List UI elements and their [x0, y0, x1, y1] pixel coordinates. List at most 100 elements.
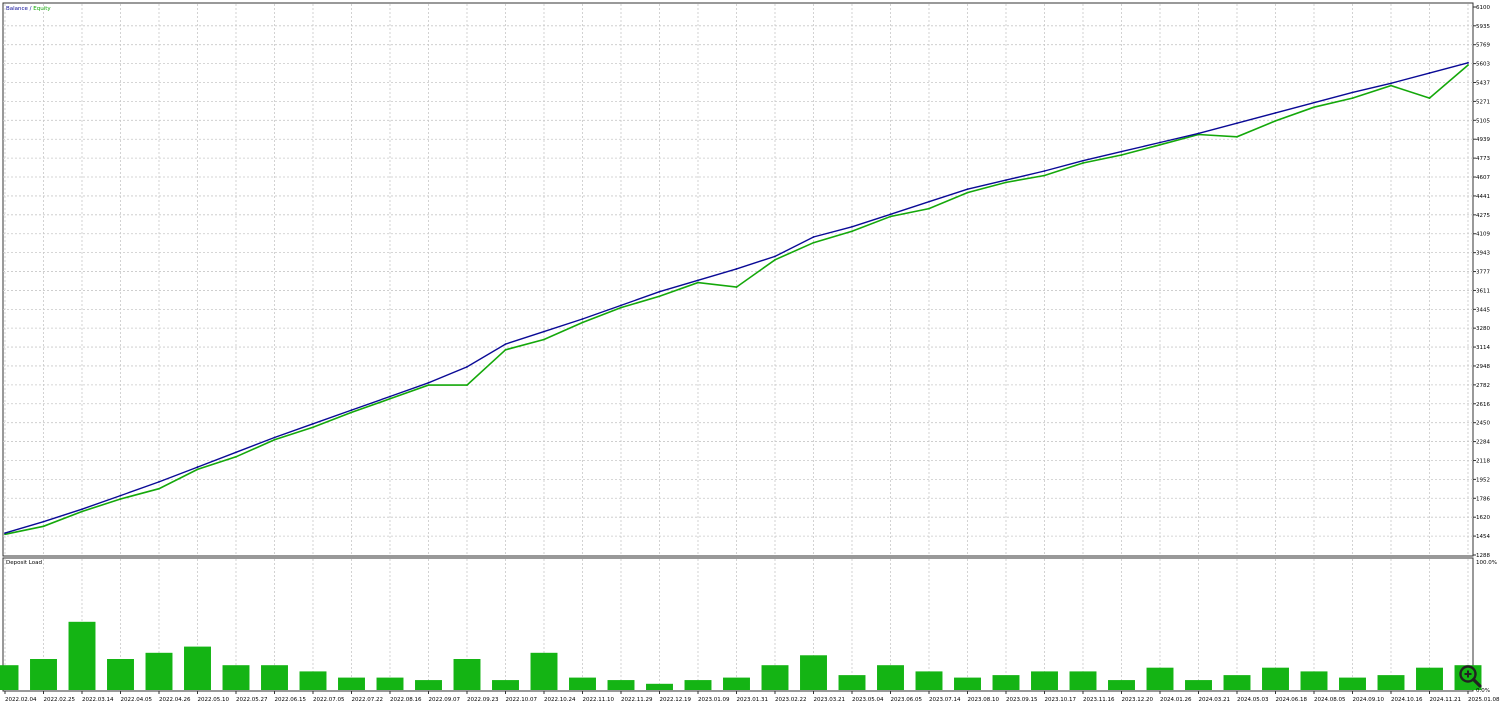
deposit-load-bar: [954, 677, 981, 690]
x-tick-label: 2022.12.19: [660, 697, 692, 703]
y-tick-label: 4441: [1476, 194, 1490, 200]
deposit-load-bar: [1069, 671, 1097, 690]
balance-point: [1197, 132, 1200, 135]
deposit-load-bar: [376, 677, 404, 690]
balance-point: [389, 395, 391, 398]
balance-point: [1313, 101, 1315, 104]
x-tick-label: 2023.02.22: [775, 697, 807, 703]
balance-point: [119, 494, 122, 497]
balance-point: [1428, 72, 1431, 74]
deposit-load-bar: [761, 665, 789, 690]
y-tick-label: 5935: [1476, 24, 1490, 30]
equity-point: [1467, 64, 1469, 66]
balance-point: [158, 480, 160, 483]
deposit-load-bar: [800, 655, 827, 690]
x-tick-label: 2022.11.29: [621, 697, 653, 703]
x-tick-label: 2024.01.26: [1160, 697, 1192, 703]
legend-equity: Equity: [33, 6, 51, 12]
x-tick-label: 2022.02.25: [44, 697, 76, 703]
equity-point: [158, 487, 160, 490]
equity-point: [42, 525, 45, 528]
balance-point: [273, 436, 276, 439]
equity-point: [581, 321, 584, 324]
x-tick-label: 2023.01.09: [698, 697, 730, 703]
deposit-load-bar: [145, 652, 173, 690]
equity-point: [1236, 135, 1238, 138]
balance-point: [851, 225, 853, 228]
deposit-load-bar: [222, 665, 250, 690]
balance-point: [312, 422, 314, 425]
y-tick-label: 2616: [1476, 402, 1490, 408]
x-tick-label: 2022.07.05: [313, 697, 345, 703]
deposit-load-bar: [415, 680, 442, 690]
equity-point: [389, 397, 391, 400]
balance-point: [1236, 122, 1238, 125]
x-tick-label: 2022.09.07: [429, 697, 461, 703]
deposit-load-bar: [838, 675, 866, 690]
deposit-load-bar: [684, 680, 712, 690]
y-tick-label: 3280: [1476, 326, 1490, 332]
equity-point: [273, 438, 276, 441]
equity-point: [427, 384, 430, 386]
y-tick-label: 1454: [1476, 534, 1490, 540]
equity-point: [1274, 119, 1277, 122]
balance-point: [543, 330, 545, 333]
x-tick-label: 2023.11.16: [1083, 697, 1115, 703]
balance-point: [1082, 159, 1084, 162]
balance-point: [427, 381, 430, 384]
equity-point: [466, 384, 468, 386]
deposit-load-bar: [1108, 680, 1135, 690]
x-tick-label: 2022.04.05: [121, 697, 153, 703]
deposit-load-bar: [877, 665, 904, 690]
y-tick-label: 1288: [1476, 553, 1490, 559]
equity-point: [851, 230, 853, 233]
equity-point: [1313, 106, 1315, 109]
x-tick-label: 2024.06.18: [1276, 697, 1308, 703]
x-tick-label: 2022.10.07: [506, 697, 538, 703]
y-tick-label: 4275: [1476, 213, 1490, 219]
deposit-load-bar: [1300, 671, 1328, 690]
x-tick-label: 2022.09.23: [467, 697, 499, 703]
x-tick-label: 2022.02.04: [5, 697, 37, 703]
balance-point: [42, 520, 45, 523]
deposit-load-bar: [184, 646, 211, 690]
deposit-load-bar: [1416, 667, 1443, 690]
x-tick-label: 2024.05.03: [1237, 697, 1269, 703]
balance-point: [1467, 61, 1469, 64]
balance-point: [697, 279, 699, 282]
deposit-load-bar: [0, 665, 19, 690]
balance-point: [350, 409, 353, 412]
upper-panel-frame: [2, 2, 1474, 557]
equity-point: [658, 295, 661, 298]
y-tick-label: 1620: [1476, 515, 1490, 521]
y-tick-label: 4939: [1476, 137, 1490, 143]
deposit-load-bar: [299, 671, 327, 690]
equity-point: [1082, 162, 1084, 164]
x-tick-label: 2022.03.14: [82, 697, 114, 703]
y-tick-label: 5437: [1476, 81, 1490, 87]
lower-panel-title: Deposit Load: [6, 560, 42, 566]
x-tick-label: 2023.06.05: [891, 697, 923, 703]
deposit-load-bar: [1223, 675, 1251, 690]
equity-point: [812, 241, 815, 244]
deposit-load-bar: [453, 659, 481, 690]
y-tick-label: 5271: [1476, 99, 1490, 105]
balance-point: [1005, 179, 1007, 182]
equity-point: [735, 286, 738, 289]
equity-point: [1005, 181, 1007, 184]
x-tick-label: 2023.07.14: [929, 697, 961, 703]
x-tick-label: 2022.07.22: [352, 697, 384, 703]
balance-point: [1274, 112, 1277, 114]
x-tick-label: 2023.09.15: [1006, 697, 1038, 703]
deposit-load-bar: [530, 652, 558, 690]
deposit-load-bar: [607, 680, 635, 690]
equity-point: [1120, 154, 1123, 156]
deposit-load-bar: [1262, 667, 1289, 690]
y-tick-label: 2450: [1476, 421, 1490, 427]
magnifier-plus-icon[interactable]: [1457, 663, 1483, 689]
deposit-load-bar: [1185, 680, 1212, 690]
equity-point: [119, 498, 122, 500]
equity-point: [1159, 143, 1161, 146]
x-tick-label: 2023.05.04: [852, 697, 884, 703]
balance-point: [889, 213, 892, 216]
